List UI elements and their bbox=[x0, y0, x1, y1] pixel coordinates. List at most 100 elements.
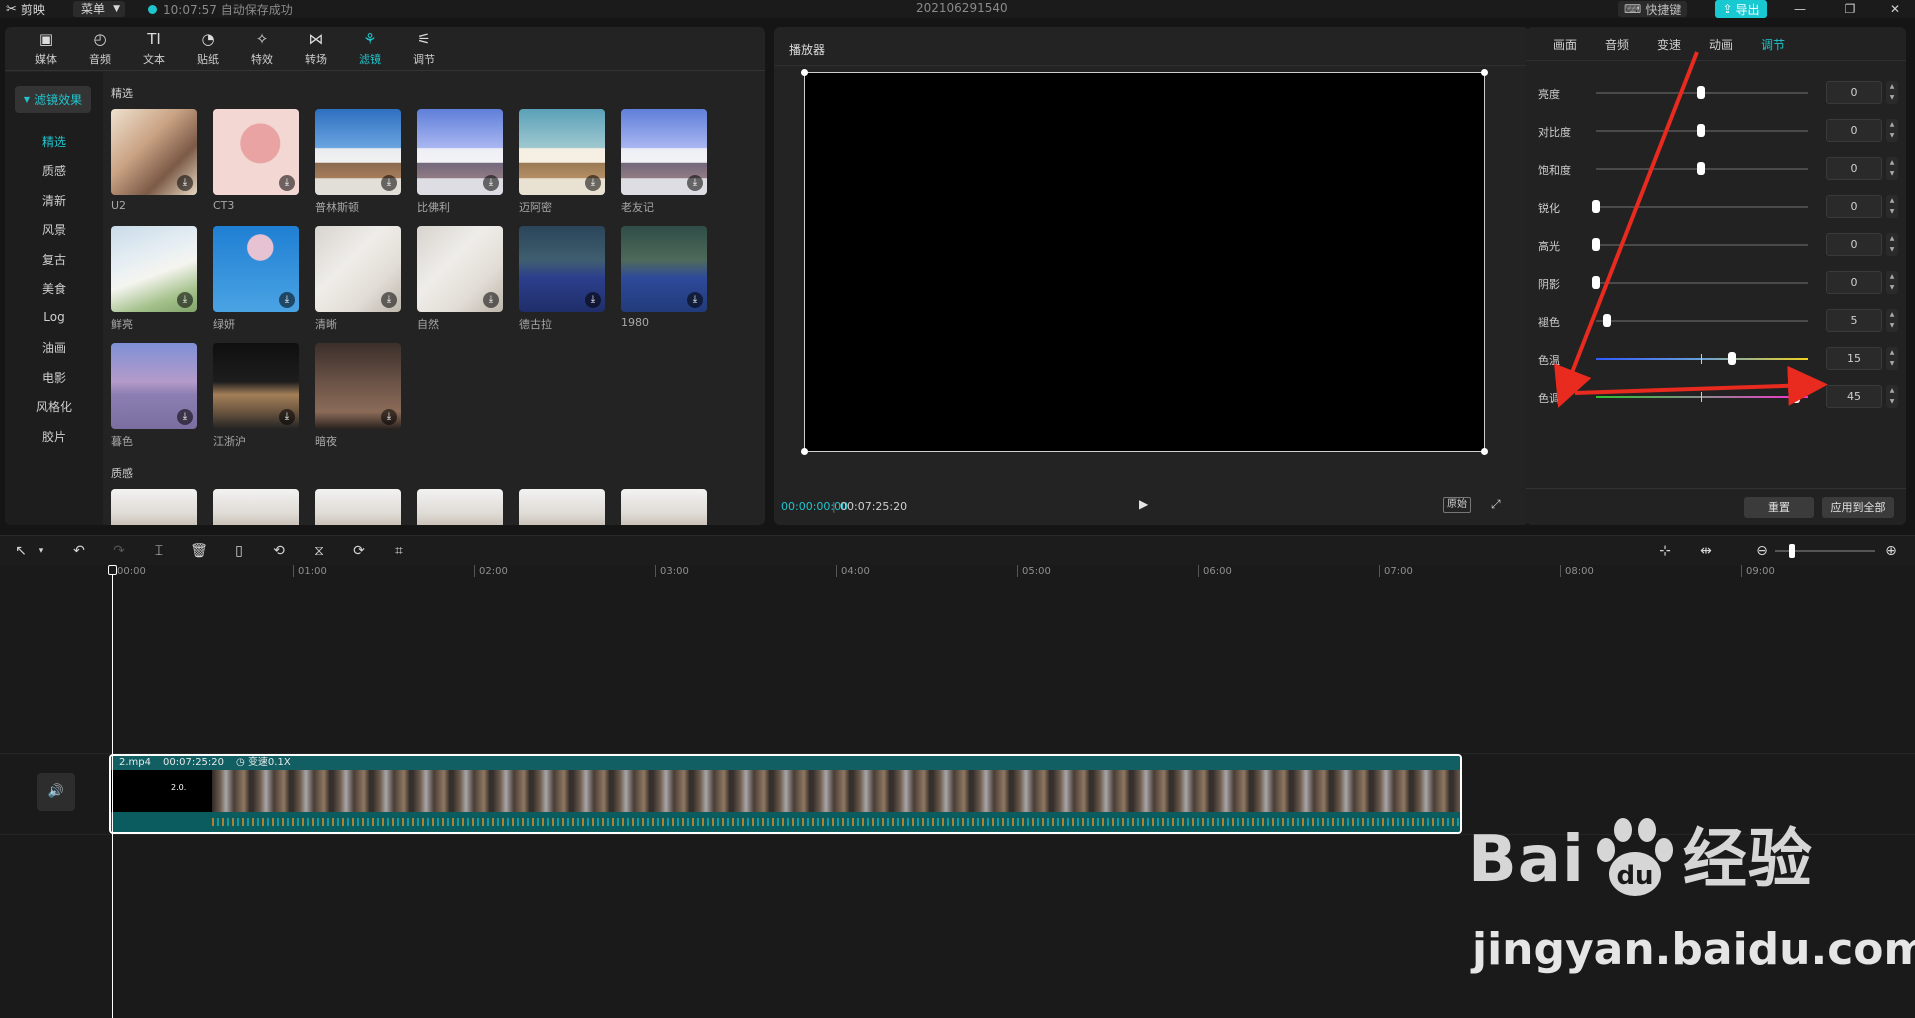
brightness-value[interactable]: 0 bbox=[1826, 81, 1882, 104]
tint-value[interactable]: 45 bbox=[1826, 385, 1882, 408]
slider-knob[interactable] bbox=[1592, 238, 1600, 251]
zoom-knob[interactable] bbox=[1789, 544, 1795, 558]
slider-knob[interactable] bbox=[1697, 86, 1705, 99]
filter-item[interactable]: ⤓ 清晰 bbox=[315, 226, 403, 332]
slider-knob[interactable] bbox=[1603, 314, 1611, 327]
tab-audio[interactable]: ◴ 音频 bbox=[73, 27, 127, 71]
tab-transition[interactable]: ⋈ 转场 bbox=[289, 27, 343, 71]
slider-knob[interactable] bbox=[1728, 352, 1736, 365]
filter-item[interactable]: ⤓ U2 bbox=[111, 109, 199, 212]
playhead-handle[interactable] bbox=[108, 565, 117, 575]
sidebar-item-featured[interactable]: 精选 bbox=[5, 133, 103, 150]
export-button[interactable]: ⇪ 导出 bbox=[1715, 0, 1767, 18]
fade-value[interactable]: 5 bbox=[1826, 309, 1882, 332]
download-icon[interactable]: ⤓ bbox=[177, 409, 193, 425]
filter-item[interactable]: ⤓ 暗夜 bbox=[315, 343, 403, 449]
tab-adjust[interactable]: 调节 bbox=[1748, 27, 1798, 61]
filter-item[interactable]: ⤓ 德古拉 bbox=[519, 226, 607, 332]
reverse-icon[interactable]: ⟲ bbox=[270, 542, 288, 560]
brightness-slider[interactable] bbox=[1596, 86, 1808, 99]
tab-picture[interactable]: 画面 bbox=[1540, 27, 1590, 61]
filter-item[interactable]: ⤓ 绿妍 bbox=[213, 226, 301, 332]
filter-effects-header[interactable]: ▼ 滤镜效果 bbox=[15, 86, 91, 113]
snap-icon[interactable]: ⊹ bbox=[1656, 542, 1674, 560]
download-icon[interactable]: ⤓ bbox=[381, 175, 397, 191]
download-icon[interactable]: ⤓ bbox=[483, 175, 499, 191]
filter-item[interactable]: ⤓ 暮色 bbox=[111, 343, 199, 449]
filter-item[interactable]: ⤓ 比佛利 bbox=[417, 109, 505, 215]
menu-button[interactable]: 菜单 ▼ bbox=[73, 1, 125, 17]
download-icon[interactable]: ⤓ bbox=[381, 409, 397, 425]
slider-knob[interactable] bbox=[1592, 276, 1600, 289]
download-icon[interactable]: ⤓ bbox=[687, 292, 703, 308]
resize-handle[interactable] bbox=[1481, 69, 1488, 76]
filter-item[interactable]: ⤓ 老友记 bbox=[621, 109, 709, 215]
sidebar-item-film[interactable]: 胶片 bbox=[5, 428, 103, 445]
download-icon[interactable]: ⤓ bbox=[177, 292, 193, 308]
value-stepper[interactable]: ▲ ▼ bbox=[1886, 157, 1898, 180]
download-icon[interactable]: ⤓ bbox=[687, 175, 703, 191]
sidebar-item-texture[interactable]: 质感 bbox=[5, 162, 103, 179]
tab-speed[interactable]: 变速 bbox=[1644, 27, 1694, 61]
tab-animation[interactable]: 动画 bbox=[1696, 27, 1746, 61]
shortcut-button[interactable]: ⌨ 快捷键 bbox=[1618, 1, 1688, 17]
filter-item[interactable]: ⤓ 普林斯顿 bbox=[315, 109, 403, 215]
filter-item[interactable]: ⤓ 江浙沪 bbox=[213, 343, 301, 449]
download-icon[interactable]: ⤓ bbox=[177, 175, 193, 191]
tab-filter[interactable]: ⚘ 滤镜 bbox=[343, 27, 397, 71]
download-icon[interactable]: ⤓ bbox=[279, 292, 295, 308]
value-stepper[interactable]: ▲ ▼ bbox=[1886, 271, 1898, 294]
video-clip[interactable]: 2.mp4 00:07:25:20 ◷ 变速0.1X 2.0. bbox=[109, 754, 1462, 834]
resize-handle[interactable] bbox=[1481, 448, 1488, 455]
filter-thumbnail[interactable] bbox=[213, 489, 299, 525]
filter-item[interactable]: ⤓ 迈阿密 bbox=[519, 109, 607, 215]
rotate-icon[interactable]: ⟳ bbox=[350, 542, 368, 560]
saturation-value[interactable]: 0 bbox=[1826, 157, 1882, 180]
value-stepper[interactable]: ▲ ▼ bbox=[1886, 119, 1898, 142]
sharpen-value[interactable]: 0 bbox=[1826, 195, 1882, 218]
download-icon[interactable]: ⤓ bbox=[279, 175, 295, 191]
resize-handle[interactable] bbox=[801, 69, 808, 76]
tab-effects[interactable]: ✧ 特效 bbox=[235, 27, 289, 71]
download-icon[interactable]: ⤓ bbox=[483, 292, 499, 308]
play-icon[interactable]: ▶ bbox=[1139, 497, 1153, 511]
sidebar-item-fresh[interactable]: 清新 bbox=[5, 192, 103, 209]
tint-slider[interactable] bbox=[1596, 390, 1808, 403]
reset-button[interactable]: 重置 bbox=[1744, 497, 1814, 518]
value-stepper[interactable]: ▲ ▼ bbox=[1886, 347, 1898, 370]
highlight-slider[interactable] bbox=[1592, 238, 1808, 251]
value-stepper[interactable]: ▲ ▼ bbox=[1886, 233, 1898, 256]
zoom-in-icon[interactable]: ⊕ bbox=[1882, 542, 1900, 560]
temperature-value[interactable]: 15 bbox=[1826, 347, 1882, 370]
filter-item[interactable]: ⤓ CT3 bbox=[213, 109, 301, 212]
temperature-slider[interactable] bbox=[1596, 352, 1808, 365]
apply-all-button[interactable]: 应用到全部 bbox=[1822, 497, 1894, 518]
filter-item[interactable]: ⤓ 鲜亮 bbox=[111, 226, 199, 332]
track-mute-button[interactable]: 🔊 bbox=[37, 773, 75, 811]
split-icon[interactable]: ⌶ bbox=[150, 542, 168, 560]
crop-icon[interactable]: ⌗ bbox=[390, 542, 408, 560]
mirror-icon[interactable]: ⧖ bbox=[310, 542, 328, 560]
fade-slider[interactable] bbox=[1596, 314, 1808, 327]
shadow-value[interactable]: 0 bbox=[1826, 271, 1882, 294]
resize-handle[interactable] bbox=[801, 448, 808, 455]
maximize-button[interactable]: ❐ bbox=[1835, 0, 1865, 18]
close-button[interactable]: ✕ bbox=[1880, 0, 1910, 18]
zoom-out-icon[interactable]: ⊖ bbox=[1753, 542, 1771, 560]
fullscreen-icon[interactable]: ⤢ bbox=[1491, 497, 1501, 512]
highlight-value[interactable]: 0 bbox=[1826, 233, 1882, 256]
tab-media[interactable]: ▣ 媒体 bbox=[19, 27, 73, 71]
delete-icon[interactable]: 🗑 bbox=[190, 542, 208, 560]
value-stepper[interactable]: ▲ ▼ bbox=[1886, 385, 1898, 408]
tab-adjust[interactable]: ⚟ 调节 bbox=[397, 27, 451, 71]
saturation-slider[interactable] bbox=[1596, 162, 1808, 175]
download-icon[interactable]: ⤓ bbox=[585, 175, 601, 191]
filter-thumbnail[interactable] bbox=[417, 489, 503, 525]
slider-knob[interactable] bbox=[1697, 124, 1705, 137]
sidebar-item-movie[interactable]: 电影 bbox=[5, 369, 103, 386]
select-cursor-icon[interactable]: ↖ bbox=[12, 542, 30, 560]
contrast-slider[interactable] bbox=[1596, 124, 1808, 137]
download-icon[interactable]: ⤓ bbox=[279, 409, 295, 425]
filter-thumbnail[interactable] bbox=[519, 489, 605, 525]
tab-text[interactable]: TI 文本 bbox=[127, 27, 181, 71]
